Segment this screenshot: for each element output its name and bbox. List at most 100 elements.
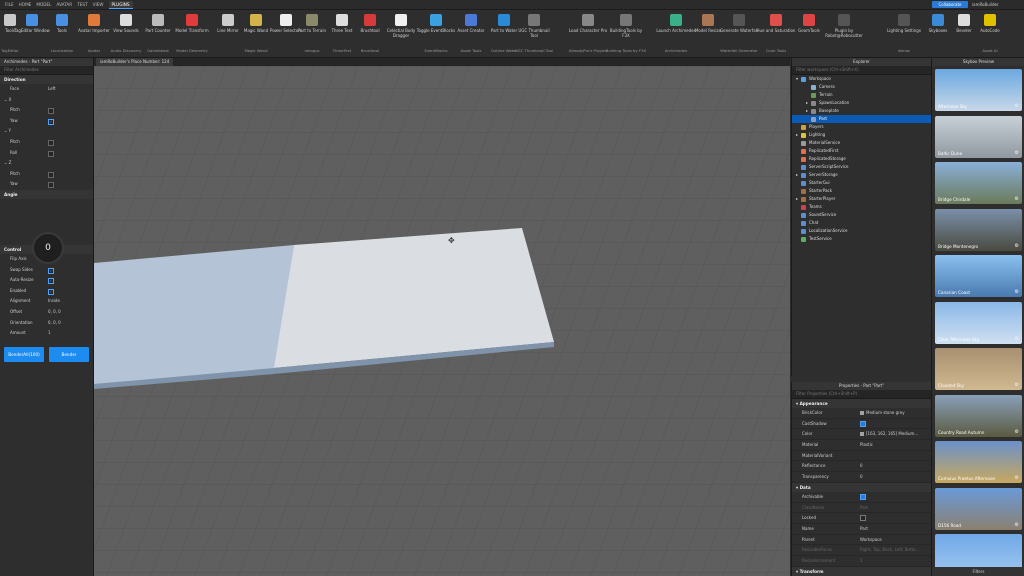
property-value[interactable]: Part	[860, 503, 868, 513]
menu-view[interactable]: VIEW	[93, 2, 104, 7]
menu-file[interactable]: FILE	[5, 2, 14, 7]
enabled-row[interactable]: Enabled ✓	[0, 286, 93, 297]
skybox-card[interactable]: Bridge Montenegro ⚙	[935, 208, 1022, 251]
skybox-card[interactable]: Country Road Autumn ⚙	[935, 394, 1022, 437]
appearance-header[interactable]: ▾ Appearance	[792, 399, 931, 408]
user-name[interactable]: iamRoBuilder	[972, 1, 1022, 8]
x-pitch-row[interactable]: Pitch	[0, 105, 93, 116]
ribbon-button-22[interactable]: Generate Waterfall Waterfall Generator	[719, 12, 759, 56]
property-row[interactable]: Archivable	[792, 492, 931, 503]
explorer-item[interactable]: Chat	[792, 219, 931, 227]
swap-sides-row[interactable]: Swap Sides ✓	[0, 265, 93, 276]
alignment-value[interactable]: Inside	[48, 296, 60, 307]
skybox-card[interactable]: Clouded Sky ⚙	[935, 348, 1022, 390]
filter-input[interactable]: Filter Archimedes	[0, 66, 93, 75]
property-value[interactable]: 1	[860, 556, 863, 566]
gear-icon[interactable]: ⚙	[1015, 336, 1019, 342]
z-pitch-row[interactable]: Pitch	[0, 169, 93, 180]
property-row[interactable]: Material Plastic	[792, 440, 931, 451]
face-row[interactable]: Face Left	[0, 84, 93, 95]
transform-header[interactable]: ▾ Transform	[792, 566, 931, 576]
explorer-item[interactable]: TestService	[792, 235, 931, 243]
property-value[interactable]	[860, 513, 866, 523]
explorer-item[interactable]: StarterPack	[792, 187, 931, 195]
explorer-item[interactable]: Part	[792, 115, 931, 123]
ribbon-button-13[interactable]: Celestial Body Dragger	[381, 12, 421, 56]
x-group[interactable]: ⌄ X	[0, 95, 93, 106]
orientation-value[interactable]: 0, 0, 0	[48, 318, 61, 329]
property-row[interactable]: CastShadow	[792, 419, 931, 430]
property-value[interactable]: Part	[860, 524, 868, 534]
ribbon-button-17[interactable]: UGC Thumbnail Tool UGC Thumbnail Tool	[514, 12, 554, 56]
property-row[interactable]: Name Part	[792, 524, 931, 535]
explorer-item[interactable]: LocalizationService	[792, 227, 931, 235]
property-value[interactable]: Right, Top, Back, Left, Botto...	[860, 545, 919, 555]
property-value[interactable]	[860, 492, 866, 502]
x-yaw-checkbox[interactable]: ✓	[48, 118, 54, 125]
explorer-filter-input[interactable]: Filter workspace (Ctrl+Shift+X)	[792, 66, 931, 75]
skybox-card[interactable]: Baltic Dune ⚙	[935, 115, 1022, 158]
ribbon-button-19[interactable]: BuildingTools by F3X Building Tools by F3…	[606, 12, 646, 56]
property-value[interactable]: [163, 162, 165] Medium...	[860, 429, 918, 439]
z-yaw-checkbox[interactable]	[48, 182, 54, 189]
property-value[interactable]	[860, 419, 866, 429]
offset-row[interactable]: Offset 0, 0, 0	[0, 307, 93, 318]
x-yaw-row[interactable]: Yaw ✓	[0, 116, 93, 127]
menu-model[interactable]: MODEL	[36, 2, 51, 7]
explorer-item[interactable]: ReplicatedStorage	[792, 155, 931, 163]
ribbon-button-29[interactable]: AutoCode Asset AI	[970, 12, 1010, 56]
skybox-card[interactable]: D156 Road ⚙	[935, 487, 1022, 530]
y-roll-row[interactable]: Roll	[0, 148, 93, 159]
auto-resize-checkbox[interactable]: ✓	[48, 278, 54, 285]
gear-icon[interactable]: ⚙	[1015, 103, 1019, 109]
property-row[interactable]: MaterialVariant	[792, 451, 931, 462]
property-value[interactable]: Medium stone grey	[860, 408, 905, 418]
property-value[interactable]: 0	[860, 472, 863, 482]
gear-icon[interactable]: ⚙	[1015, 522, 1019, 528]
property-row[interactable]: Locked	[792, 513, 931, 524]
ribbon-button-25[interactable]: Plugin by Robot@Robocutter	[824, 12, 864, 56]
explorer-item[interactable]: ▸ ServerStorage	[792, 171, 931, 179]
face-value[interactable]: Left	[48, 84, 56, 95]
property-row[interactable]: Color [163, 162, 165] Medium...	[792, 429, 931, 441]
x-pitch-checkbox[interactable]	[48, 108, 54, 115]
skybox-card[interactable]: Bridge Chirdale ⚙	[935, 162, 1022, 204]
property-value[interactable]: 0	[860, 461, 863, 471]
gear-icon[interactable]: ⚙	[1015, 429, 1019, 435]
alignment-row[interactable]: Alignment Inside	[0, 296, 93, 307]
property-row[interactable]: Reflectance 0	[792, 461, 931, 473]
y-pitch-checkbox[interactable]	[48, 139, 54, 146]
gear-icon[interactable]: ⚙	[1015, 196, 1019, 202]
ribbon-button-6[interactable]: Model Transform Model Geometry	[172, 12, 212, 56]
part-left-face[interactable]	[94, 245, 294, 384]
3d-viewport[interactable]: ✥	[94, 66, 790, 576]
menu-plugins[interactable]: PLUGINS	[108, 0, 133, 9]
explorer-item[interactable]: MaterialService	[792, 139, 931, 147]
explorer-item[interactable]: ServerScriptService	[792, 163, 931, 171]
y-roll-checkbox[interactable]	[48, 150, 54, 157]
amount-value[interactable]: 1	[48, 328, 51, 339]
explorer-item[interactable]: ▸ StarterPlayer	[792, 195, 931, 203]
skybox-card[interactable]: Cumulus Praetus Afternoon ⚙	[935, 441, 1022, 483]
skybox-card[interactable]: Canarian Coast ⚙	[935, 255, 1022, 297]
property-row[interactable]: BrickColor Medium stone grey	[792, 408, 931, 419]
gear-icon[interactable]: ⚙	[1015, 289, 1019, 295]
property-value[interactable]: Workspace	[860, 535, 882, 545]
property-row[interactable]: ClassName Part	[792, 503, 931, 514]
explorer-item[interactable]: ▸ Lighting	[792, 131, 931, 139]
property-checkbox[interactable]	[860, 420, 866, 427]
z-yaw-row[interactable]: Yaw	[0, 179, 93, 190]
menu-test[interactable]: TEST	[77, 2, 87, 7]
gear-icon[interactable]: ⚙	[1015, 150, 1019, 156]
y-pitch-row[interactable]: Pitch	[0, 137, 93, 148]
property-row[interactable]: Transparency 0	[792, 472, 931, 483]
z-group[interactable]: ⌄ Z	[0, 158, 93, 169]
property-row[interactable]: ResizeIncrement 1	[792, 556, 931, 567]
explorer-item[interactable]: SoundService	[792, 211, 931, 219]
enabled-checkbox[interactable]: ✓	[48, 288, 54, 295]
angle-dial[interactable]: 0	[32, 232, 64, 264]
menu-home[interactable]: HOME	[19, 2, 32, 7]
gear-icon[interactable]: ⚙	[1015, 475, 1019, 481]
z-pitch-checkbox[interactable]	[48, 171, 54, 178]
gear-icon[interactable]: ⚙	[1015, 243, 1019, 249]
